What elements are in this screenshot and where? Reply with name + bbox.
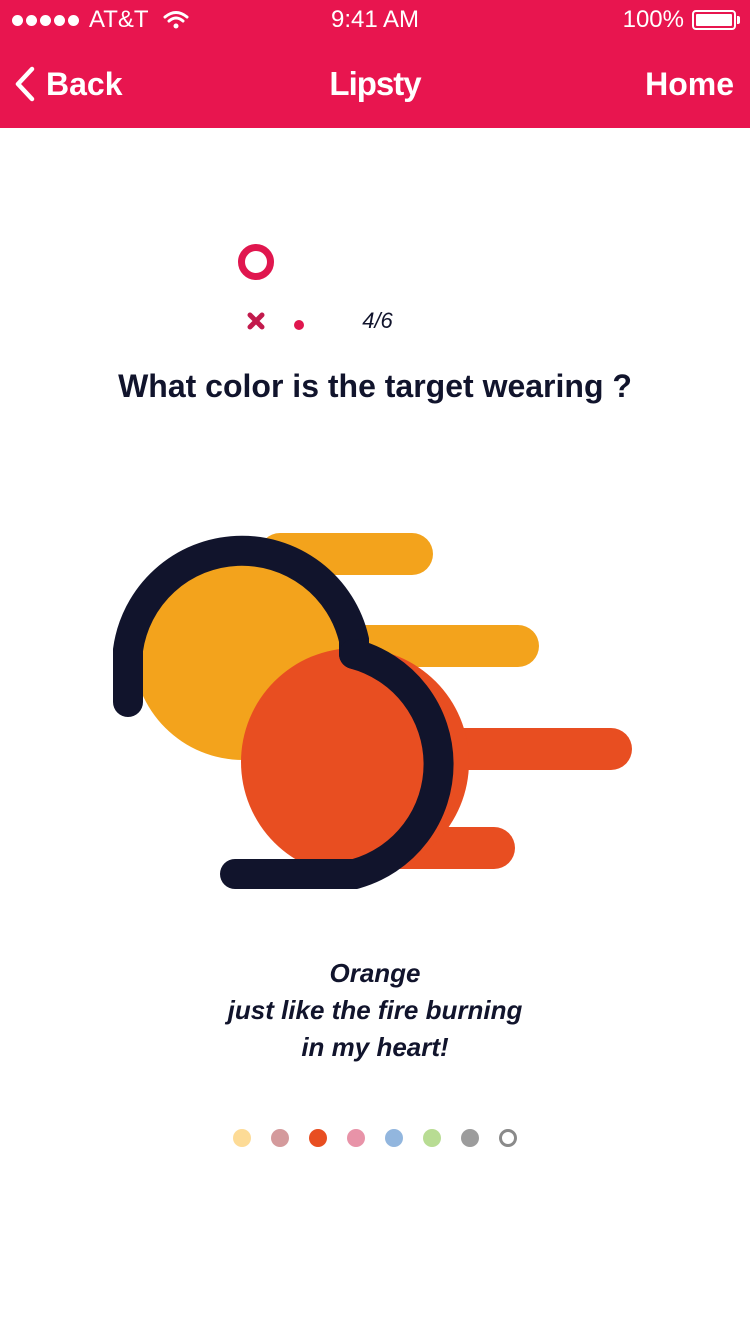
- answer-line: just like the fire burning: [227, 995, 523, 1025]
- color-options: [0, 1129, 750, 1147]
- color-option-dusty-rose[interactable]: [271, 1129, 289, 1147]
- color-option-pink[interactable]: [347, 1129, 365, 1147]
- status-right: 100%: [622, 6, 740, 34]
- top-bar: AT&T 9:41 AM 100% Back Lipsty Home: [0, 0, 750, 128]
- app-title: Lipsty: [329, 65, 421, 102]
- battery-icon: [692, 10, 740, 30]
- color-option-light-blue[interactable]: [385, 1129, 403, 1147]
- answer-text: Orange just like the fire burning in my …: [0, 955, 750, 1066]
- home-button[interactable]: Home: [645, 60, 734, 108]
- color-option-light-yellow[interactable]: [233, 1129, 251, 1147]
- color-option-light-green[interactable]: [423, 1129, 441, 1147]
- color-option-gray[interactable]: [461, 1129, 479, 1147]
- progress-ring-icon: [238, 244, 274, 280]
- color-illustration: [113, 533, 632, 889]
- color-option-outline[interactable]: [499, 1129, 517, 1147]
- question-text: What color is the target wearing ?: [118, 368, 632, 404]
- answer-line: in my heart!: [301, 1032, 449, 1062]
- progress-count: 4/6: [362, 308, 393, 333]
- wrong-answer-icon: [247, 312, 265, 330]
- answer-line: Orange: [329, 958, 421, 988]
- progress-dot-icon: [294, 320, 304, 330]
- battery-percent: 100%: [622, 6, 684, 33]
- color-option-orange[interactable]: [309, 1129, 327, 1147]
